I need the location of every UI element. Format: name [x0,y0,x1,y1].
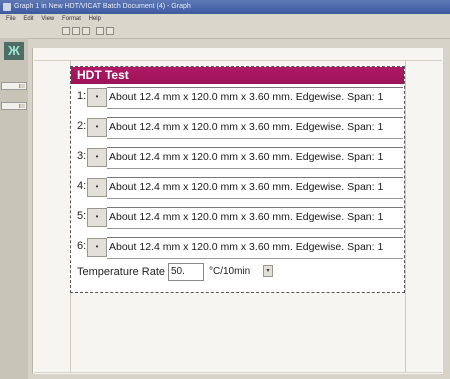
row-number: 2: [77,120,87,132]
row-divider [107,228,403,229]
left-panel: Ж [0,38,28,379]
toolbar-button-5[interactable] [106,27,114,35]
row-divider [107,177,403,178]
row-divider [107,108,403,109]
specimen-dropdown-button[interactable]: • [87,88,107,107]
row-divider [107,168,403,169]
temperature-rate-label: Temperature Rate [77,266,166,278]
specimen-dropdown-button[interactable]: • [87,148,107,167]
temperature-rate-row: Temperature Rate 50. °C/10min ▾ [77,263,397,283]
row-divider [107,207,403,208]
window-title: Graph 1 in New HDT/VICAT Batch Document … [14,3,191,10]
specimen-row: 5: • About 12.4 mm x 120.0 mm x 3.60 mm.… [75,207,403,229]
row-number: 1: [77,90,87,102]
row-divider [107,258,403,259]
row-divider [107,138,403,139]
row-number: 5: [77,210,87,222]
logo-icon: Ж [4,42,24,60]
specimen-description: About 12.4 mm x 120.0 mm x 3.60 mm. Edge… [109,151,384,163]
specimen-dropdown-button[interactable]: • [87,178,107,197]
hdt-test-panel: HDT Test 1: • About 12.4 mm x 120.0 mm x… [70,66,405,293]
specimen-row: 1: • About 12.4 mm x 120.0 mm x 3.60 mm.… [75,87,403,109]
row-divider [107,198,403,199]
left-panel-dropdown-2[interactable] [1,102,27,110]
specimen-description: About 12.4 mm x 120.0 mm x 3.60 mm. Edge… [109,91,384,103]
menu-bar: File Edit View Format Help [0,14,450,24]
canvas-gridline [405,60,406,372]
specimen-description: About 12.4 mm x 120.0 mm x 3.60 mm. Edge… [109,211,384,223]
menu-view[interactable]: View [41,14,54,24]
specimen-row: 2: • About 12.4 mm x 120.0 mm x 3.60 mm.… [75,117,403,139]
specimen-description: About 12.4 mm x 120.0 mm x 3.60 mm. Edge… [109,121,384,133]
toolbar [0,24,450,39]
specimen-dropdown-button[interactable]: • [87,118,107,137]
specimen-row: 6: • About 12.4 mm x 120.0 mm x 3.60 mm.… [75,237,403,259]
left-panel-dropdown-1[interactable] [1,82,27,90]
row-divider [107,117,403,118]
app-icon [3,3,11,11]
specimen-dropdown-button[interactable]: • [87,208,107,227]
temperature-rate-input[interactable]: 50. [168,263,204,281]
row-divider [107,87,403,88]
row-divider [107,147,403,148]
row-number: 4: [77,180,87,192]
row-number: 6: [77,240,87,252]
specimen-dropdown-button[interactable]: • [87,238,107,257]
menu-file[interactable]: File [6,14,16,24]
row-number: 3: [77,150,87,162]
toolbar-button-4[interactable] [96,27,104,35]
specimen-description: About 12.4 mm x 120.0 mm x 3.60 mm. Edge… [109,181,384,193]
temperature-unit-label: °C/10min [209,266,251,277]
panel-title: HDT Test [71,67,404,84]
window-title-bar: Graph 1 in New HDT/VICAT Batch Document … [0,0,450,14]
canvas-gridline [34,372,442,373]
menu-help[interactable]: Help [89,14,101,24]
toolbar-button-2[interactable] [72,27,80,35]
toolbar-button-1[interactable] [62,27,70,35]
specimen-description: About 12.4 mm x 120.0 mm x 3.60 mm. Edge… [109,241,384,253]
menu-format[interactable]: Format [62,14,81,24]
specimen-row: 4: • About 12.4 mm x 120.0 mm x 3.60 mm.… [75,177,403,199]
canvas-gridline [34,60,442,61]
specimen-row: 3: • About 12.4 mm x 120.0 mm x 3.60 mm.… [75,147,403,169]
toolbar-button-3[interactable] [82,27,90,35]
menu-edit[interactable]: Edit [23,14,33,24]
unit-dropdown-button[interactable]: ▾ [263,265,273,277]
row-divider [107,237,403,238]
